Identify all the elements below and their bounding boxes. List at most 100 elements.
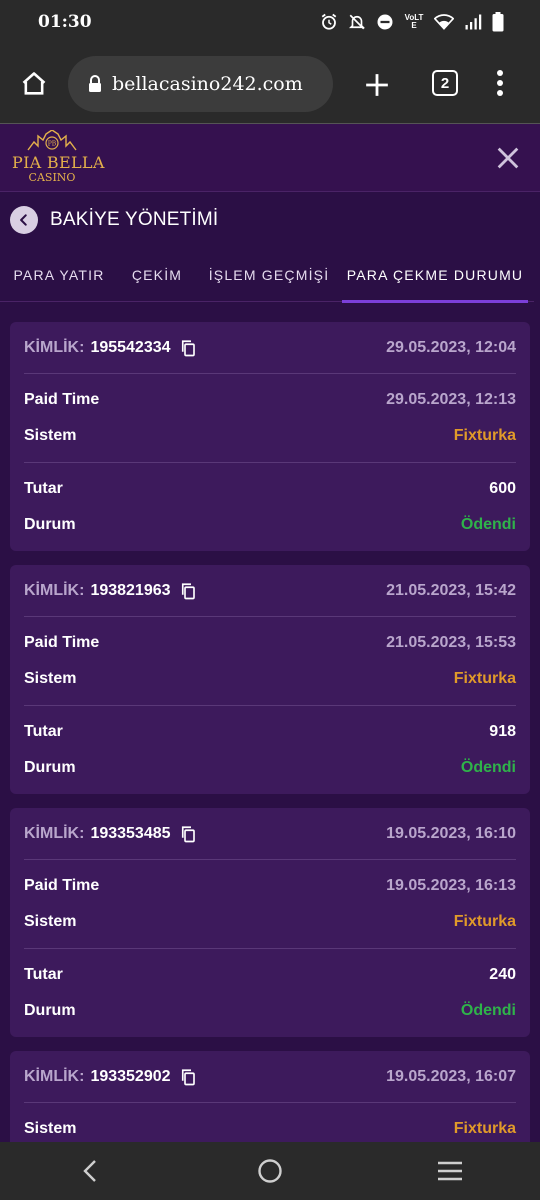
status-value: Ödendi [460, 1002, 516, 1019]
balance-tabs: PARA YATIR ÇEKİM İŞLEM GEÇMİŞİ PARA ÇEKM… [0, 248, 540, 303]
tab-count: 2 [432, 70, 458, 96]
do-not-disturb-icon [376, 13, 394, 31]
system-nav-bar [0, 1142, 540, 1200]
amount-value: 918 [489, 723, 516, 740]
copy-icon[interactable] [179, 339, 197, 357]
close-button[interactable] [494, 144, 522, 172]
browser-toolbar: bellacasino242.com 2 [0, 44, 540, 124]
status-value: Ödendi [460, 759, 516, 776]
paid-time-label: Paid Time [24, 391, 100, 408]
lock-icon [89, 75, 101, 92]
paid-time-label: Paid Time [24, 877, 100, 894]
system-value: Fixturka [453, 427, 516, 444]
request-date: 29.05.2023, 12:04 [386, 338, 516, 356]
crown-logo-icon: PB [27, 130, 77, 151]
status-label: Durum [24, 516, 76, 533]
copy-icon[interactable] [179, 1068, 197, 1086]
nav-back-button[interactable] [60, 1142, 120, 1200]
logo-monogram: PB [48, 141, 57, 148]
home-circle-icon [258, 1159, 282, 1183]
request-date: 19.05.2023, 16:10 [386, 824, 516, 842]
system-row: Sistem Fixturka [24, 661, 516, 697]
paid-time-value: 29.05.2023, 12:13 [386, 391, 516, 408]
home-button[interactable] [0, 44, 68, 124]
card-section: Paid Time 21.05.2023, 15:53 Sistem Fixtu… [24, 617, 516, 706]
amount-label: Tutar [24, 966, 63, 983]
site-logo[interactable]: PB PIA BELLA CASINO [12, 130, 105, 188]
wifi-icon [434, 13, 454, 31]
card-section: Tutar 240 Durum Ödendi [24, 949, 516, 1037]
status-row: Durum Ödendi [24, 750, 516, 786]
page-header: BAKİYE YÖNETİMİ [0, 192, 540, 248]
amount-value: 240 [489, 966, 516, 983]
page-title: BAKİYE YÖNETİMİ [50, 209, 219, 230]
alarm-icon [320, 13, 338, 31]
system-label: Sistem [24, 1120, 77, 1137]
more-vert-icon [497, 70, 503, 96]
amount-value: 600 [489, 480, 516, 497]
status-bar: 01:30 VoLTE [0, 0, 540, 44]
paid-time-value: 21.05.2023, 15:53 [386, 634, 516, 651]
amount-label: Tutar [24, 723, 63, 740]
amount-label: Tutar [24, 480, 63, 497]
system-row: Sistem Fixturka [24, 418, 516, 454]
browser-menu-button[interactable] [482, 62, 518, 104]
withdrawal-card: KİMLİK: 195542334 29.05.2023, 12:04 Paid… [10, 322, 530, 551]
logo-sub-text: CASINO [28, 171, 76, 184]
nav-recents-button[interactable] [420, 1142, 480, 1200]
card-section: Paid Time 29.05.2023, 12:13 Sistem Fixtu… [24, 374, 516, 463]
paid-time-row: Paid Time 29.05.2023, 12:13 [24, 382, 516, 418]
id-label: KİMLİK: [24, 824, 85, 842]
tab-deposit[interactable]: PARA YATIR [0, 248, 118, 302]
logo-main-text: PIA BELLA [12, 153, 105, 172]
system-value: Fixturka [453, 670, 516, 687]
amount-row: Tutar 240 [24, 957, 516, 993]
tab-switcher-button[interactable]: 2 [424, 62, 466, 104]
status-icons: VoLTE [320, 12, 504, 32]
new-tab-button[interactable] [356, 64, 398, 106]
copy-icon[interactable] [179, 825, 197, 843]
id-label: KİMLİK: [24, 1067, 85, 1085]
url-text: bellacasino242.com [112, 73, 303, 95]
tab-transaction-history[interactable]: İŞLEM GEÇMİŞİ [196, 248, 342, 302]
close-icon [497, 147, 519, 169]
status-value: Ödendi [460, 516, 516, 533]
nav-home-button[interactable] [240, 1142, 300, 1200]
system-value: Fixturka [453, 1120, 516, 1137]
back-button[interactable] [10, 206, 38, 234]
request-date: 19.05.2023, 16:07 [386, 1067, 516, 1085]
chevron-left-icon [20, 214, 27, 226]
card-id-group: KİMLİK: 193821963 [24, 582, 197, 600]
transaction-id: 195542334 [90, 338, 171, 356]
volte-icon: VoLTE [404, 14, 424, 30]
withdrawal-card: KİMLİK: 193821963 21.05.2023, 15:42 Paid… [10, 565, 530, 794]
withdrawal-list: KİMLİK: 195542334 29.05.2023, 12:04 Paid… [10, 322, 530, 1169]
card-id-group: KİMLİK: 195542334 [24, 339, 197, 357]
paid-time-label: Paid Time [24, 634, 100, 651]
request-date: 21.05.2023, 15:42 [386, 581, 516, 599]
system-row: Sistem Fixturka [24, 904, 516, 940]
transaction-id: 193352902 [90, 1067, 171, 1085]
system-label: Sistem [24, 670, 77, 687]
recents-icon [438, 1161, 462, 1181]
scrollbar[interactable] [534, 192, 540, 1142]
system-value: Fixturka [453, 913, 516, 930]
system-label: Sistem [24, 913, 77, 930]
site-header: PB PIA BELLA CASINO [0, 124, 540, 192]
card-header: KİMLİK: 193821963 21.05.2023, 15:42 [24, 565, 516, 617]
plus-icon [366, 74, 388, 96]
status-row: Durum Ödendi [24, 993, 516, 1029]
tab-withdrawal-status[interactable]: PARA ÇEKME DURUMU [342, 248, 528, 303]
card-section: Tutar 600 Durum Ödendi [24, 463, 516, 551]
id-label: KİMLİK: [24, 338, 85, 356]
address-bar[interactable]: bellacasino242.com [68, 56, 333, 112]
battery-icon [492, 12, 504, 32]
copy-icon[interactable] [179, 582, 197, 600]
id-label: KİMLİK: [24, 581, 85, 599]
tab-withdraw[interactable]: ÇEKİM [118, 248, 196, 302]
amount-row: Tutar 918 [24, 714, 516, 750]
paid-time-value: 19.05.2023, 16:13 [386, 877, 516, 894]
status-row: Durum Ödendi [24, 507, 516, 543]
card-header: KİMLİK: 195542334 29.05.2023, 12:04 [24, 322, 516, 374]
signal-icon [464, 13, 482, 31]
